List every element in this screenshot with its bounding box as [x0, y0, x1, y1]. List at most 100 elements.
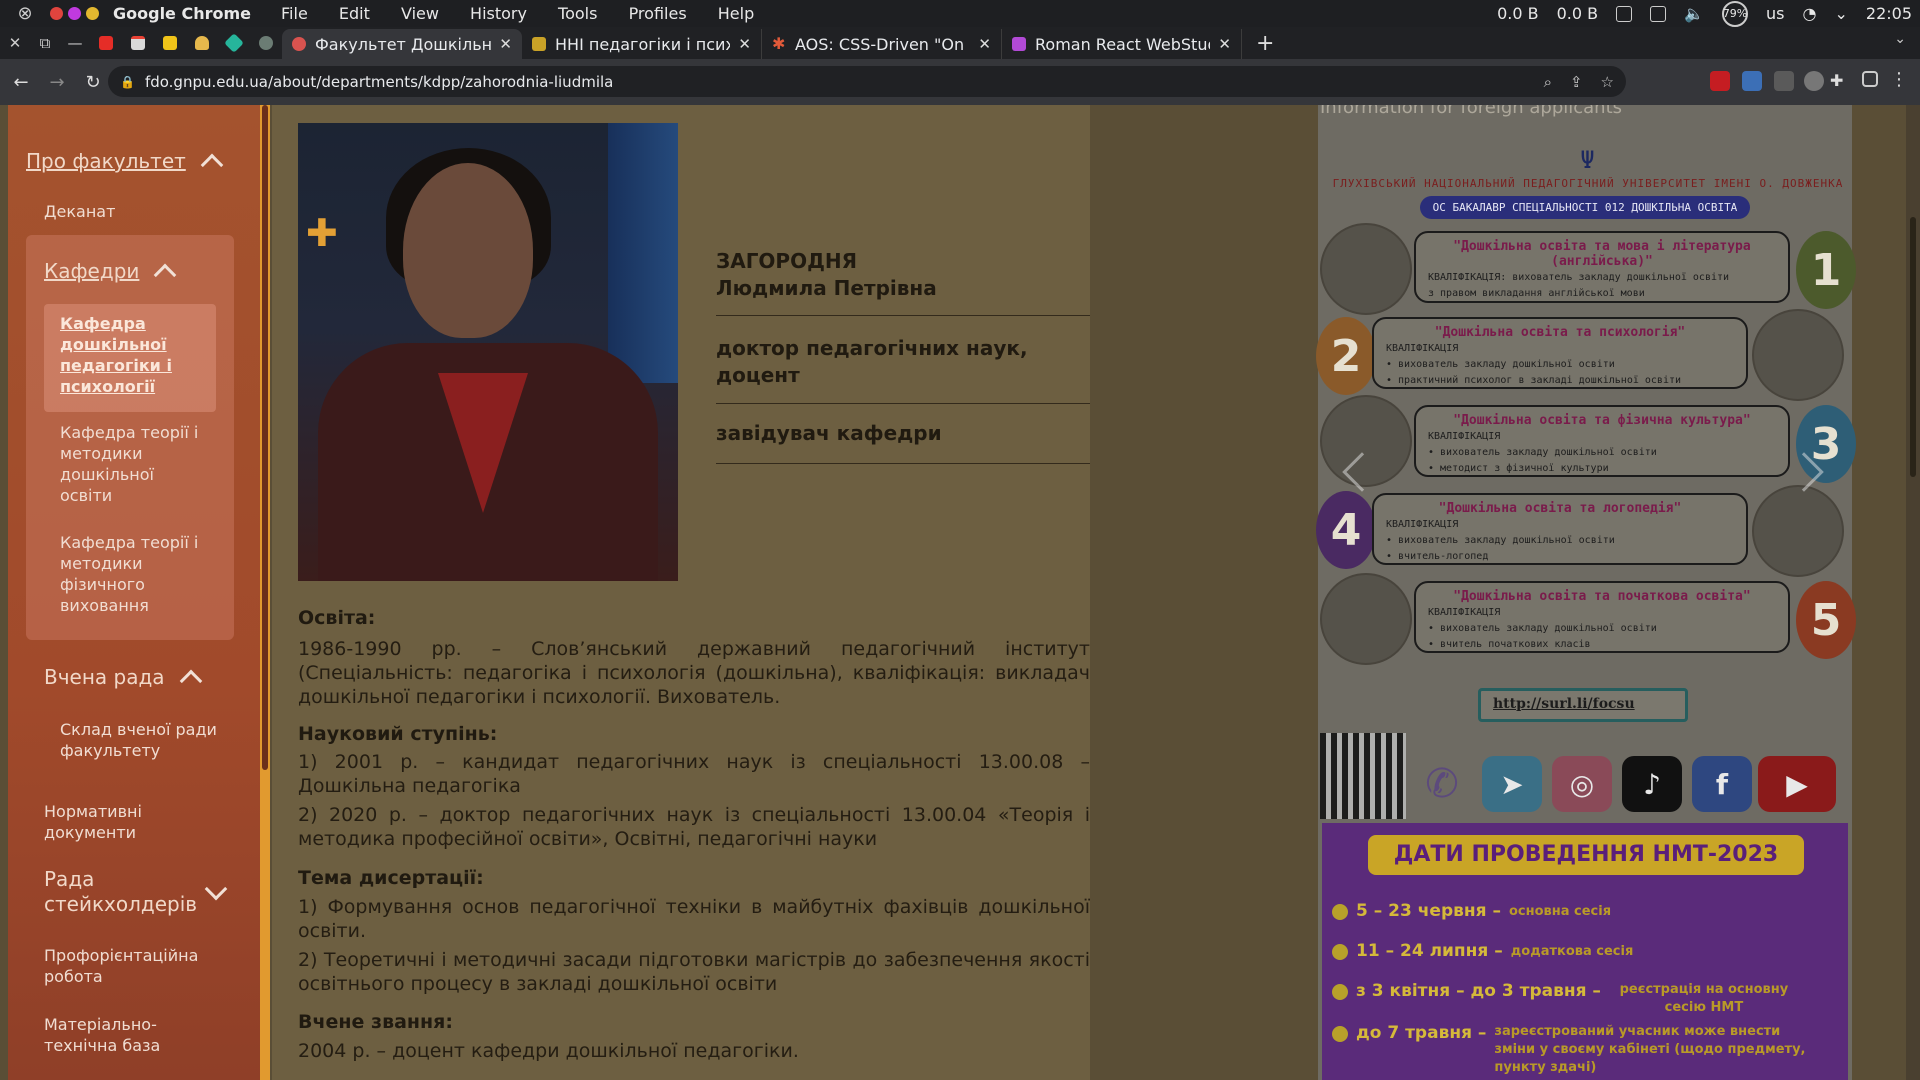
- sidebar-item-dept-preschool-pedagogy[interactable]: Кафедра дошкільної педагогіки і психолог…: [60, 313, 210, 397]
- tab[interactable]: Roman React WebStud ✕: [1002, 29, 1242, 59]
- sidebar-item-deanery[interactable]: Деканат: [44, 201, 115, 222]
- menu-history[interactable]: History: [470, 4, 527, 23]
- pinned-tab-youtube[interactable]: [90, 30, 122, 56]
- diamond-icon: [224, 33, 244, 53]
- lock-icon[interactable]: 🔒: [120, 75, 135, 89]
- facebook-icon[interactable]: f: [1692, 756, 1752, 812]
- clipboard-icon[interactable]: [1650, 5, 1667, 22]
- person-given-name: Людмила Петрівна: [716, 276, 937, 300]
- youtube-icon[interactable]: ▶: [1758, 756, 1836, 812]
- chevron-up-icon[interactable]: [200, 153, 224, 177]
- tab-close-icon[interactable]: ✕: [499, 35, 512, 53]
- pinned-tab-gmail[interactable]: [122, 30, 154, 56]
- bookmark-star-icon[interactable]: ☆: [1601, 73, 1614, 91]
- side-panel-icon[interactable]: [1862, 71, 1878, 87]
- poster-university: ГЛУХІВСЬКИЙ НАЦІОНАЛЬНИЙ ПЕДАГОГІЧНИЙ УН…: [1332, 177, 1844, 190]
- instagram-icon[interactable]: ◎: [1552, 756, 1612, 812]
- page-scrollbar-thumb[interactable]: [1910, 217, 1916, 477]
- tab-close-icon[interactable]: ✕: [1218, 35, 1231, 53]
- person-position: завідувач кафедри: [716, 421, 942, 445]
- nmt-title: ДАТИ ПРОВЕДЕННЯ НМТ-2023: [1368, 835, 1804, 875]
- maximize-dot-icon[interactable]: [86, 7, 99, 20]
- person-surname: ЗАГОРОДНЯ: [716, 249, 858, 273]
- academic-title-heading: Вчене звання:: [298, 1011, 453, 1033]
- ublock-icon[interactable]: [1710, 71, 1730, 91]
- menu-tools[interactable]: Tools: [558, 4, 597, 23]
- sidebar-item-dept-preschool-methods[interactable]: Кафедра теорії і методики дошкільної осв…: [60, 422, 210, 506]
- minimize-dot-icon[interactable]: [68, 7, 81, 20]
- address-bar[interactable]: 🔒 fdo.gnpu.edu.ua/about/departments/kdpp…: [108, 66, 1626, 97]
- clock[interactable]: 22:05: [1866, 4, 1912, 23]
- menu-file[interactable]: File: [281, 4, 308, 23]
- tab-search-icon[interactable]: ⌄: [1894, 31, 1906, 47]
- program-photo: [1320, 573, 1412, 665]
- sidebar-item-stakeholders[interactable]: Рада стейкхолдерів: [44, 867, 228, 917]
- tab-close-icon[interactable]: ✕: [978, 35, 991, 53]
- minimize-window-icon[interactable]: —: [60, 34, 90, 52]
- glasses-extension-icon[interactable]: [1774, 71, 1794, 91]
- sidebar-item-dept-physical-education[interactable]: Кафедра теорії і методики фізичного вихо…: [60, 532, 210, 616]
- chatgpt-icon: [259, 36, 273, 50]
- chevron-up-icon[interactable]: [154, 263, 177, 287]
- battery-indicator[interactable]: 79%: [1722, 0, 1749, 27]
- sidebar-item-departments[interactable]: Кафедри: [44, 259, 177, 287]
- qr-code-icon: [1320, 733, 1406, 819]
- close-window-icon[interactable]: ✕: [0, 34, 30, 52]
- keyboard-layout[interactable]: us: [1766, 4, 1784, 23]
- chevron-down-icon[interactable]: [204, 877, 228, 901]
- sidebar-item-about[interactable]: Про факультет: [26, 149, 224, 177]
- thesis-text-2: 2) Теоретичні і методичні засади підгото…: [298, 949, 1090, 995]
- foreign-applicants-link[interactable]: Information for foreign applicants: [1320, 105, 1622, 118]
- pinned-tab-drive[interactable]: [154, 30, 186, 56]
- tab[interactable]: ННІ педагогіки і психо ✕: [522, 29, 762, 59]
- volume-icon[interactable]: 🔈: [1684, 4, 1704, 23]
- chevron-up-icon[interactable]: [179, 669, 202, 693]
- menu-help[interactable]: Help: [718, 4, 754, 23]
- menu-edit[interactable]: Edit: [339, 4, 370, 23]
- new-tab-button[interactable]: +: [1256, 31, 1274, 56]
- sidebar-item-career[interactable]: Профорієнтаційна робота: [44, 945, 204, 987]
- menu-view[interactable]: View: [401, 4, 439, 23]
- extension-icon[interactable]: [1742, 71, 1762, 91]
- program-qualification: • вихователь закладу дошкільної освіти: [1428, 623, 1657, 634]
- restore-window-icon[interactable]: ⧉: [30, 34, 60, 52]
- pinned-tab-hand[interactable]: [186, 30, 218, 56]
- pinned-tab-chatgpt[interactable]: [250, 30, 282, 56]
- reload-button[interactable]: ↻: [78, 72, 108, 93]
- share-icon[interactable]: ⇪: [1570, 73, 1583, 91]
- tab[interactable]: ✱ AOS: CSS-Driven "On Sc ✕: [762, 29, 1002, 59]
- forward-button[interactable]: →: [42, 72, 72, 93]
- back-button[interactable]: ←: [6, 72, 36, 93]
- puzzle-extensions-icon[interactable]: ✚: [1830, 71, 1850, 91]
- photo-face: [403, 163, 533, 338]
- sidebar-item-academic-council[interactable]: Вчена рада: [44, 665, 202, 693]
- gmail-icon: [131, 36, 145, 50]
- chevron-down-icon[interactable]: ⌄: [1834, 4, 1847, 23]
- wifi-icon[interactable]: ◔: [1803, 4, 1817, 23]
- nmt-row: 11 – 24 липня – додаткова сесія: [1332, 941, 1633, 961]
- circle-extension-icon[interactable]: [1804, 71, 1824, 91]
- thesis-text-1: 1) Формування основ педагогічної техніки…: [298, 896, 1090, 942]
- poster-short-link[interactable]: http://surl.li/focsu: [1478, 688, 1688, 722]
- sidebar-item-council-members[interactable]: Склад вченої ради факультету: [60, 719, 220, 761]
- tiktok-icon[interactable]: ♪: [1622, 756, 1682, 812]
- viber-icon[interactable]: ✆: [1412, 756, 1472, 812]
- chrome-menu-icon[interactable]: ⋮: [1890, 69, 1908, 90]
- sidebar-item-material[interactable]: Матеріально-технічна база: [44, 1014, 184, 1056]
- sidebar-item-normative[interactable]: Нормативні документи: [44, 801, 184, 843]
- os-top-bar: ⊗ Google Chrome File Edit View History T…: [0, 0, 1920, 27]
- page-scrollbar[interactable]: [1906, 105, 1920, 1080]
- close-dot-icon[interactable]: [50, 7, 63, 20]
- pinned-tab-diamond[interactable]: [218, 30, 250, 56]
- program-number: 1: [1796, 231, 1856, 309]
- program-photo: [1752, 309, 1844, 401]
- os-logo-icon[interactable]: ⊗: [0, 3, 50, 24]
- sidebar-scrollbar[interactable]: [262, 105, 268, 770]
- tab-active[interactable]: Факультет Дошкільно ✕: [282, 29, 522, 59]
- zoom-icon[interactable]: ⌕: [1544, 73, 1552, 91]
- telegram-icon[interactable]: ➤: [1482, 756, 1542, 812]
- tab-close-icon[interactable]: ✕: [738, 35, 751, 53]
- menu-profiles[interactable]: Profiles: [629, 4, 687, 23]
- right-column: Information for foreign applicants Ψ ГЛУ…: [1090, 105, 1920, 1080]
- notification-icon[interactable]: [1616, 5, 1633, 22]
